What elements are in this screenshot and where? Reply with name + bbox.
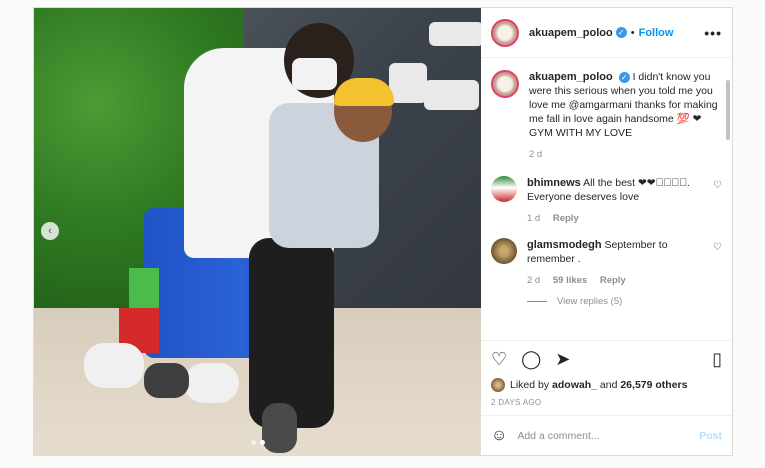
liker-avatar[interactable] — [491, 378, 505, 392]
share-icon[interactable]: ➤ — [555, 350, 570, 368]
post-sidebar: akuapem_poloo ✓ • Follow ••• akuapem_pol… — [481, 8, 732, 455]
wall-logo-shape — [389, 63, 427, 103]
comment-age: 2 d — [527, 275, 541, 286]
comment-like-icon[interactable]: ♡ — [713, 180, 722, 226]
photo-figure — [84, 343, 144, 388]
author-username[interactable]: akuapem_poloo — [529, 27, 613, 39]
more-options-icon[interactable]: ••• — [704, 25, 722, 41]
carousel-dot — [250, 440, 256, 445]
verified-badge-icon: ✓ — [615, 27, 627, 38]
comment-item: glamsmodegh September to remember . 2 d … — [491, 238, 722, 288]
comment-age: 1 d — [527, 213, 541, 224]
wall-logo-shape — [429, 22, 481, 46]
comments-scrollbar[interactable] — [726, 80, 730, 140]
carousel-prev-icon[interactable]: ‹ — [41, 222, 59, 240]
comment-body: glamsmodegh September to remember . 2 d … — [527, 238, 707, 288]
caption: akuapem_poloo ✓ I didn't know you were t… — [491, 70, 722, 162]
photo-figure — [262, 403, 297, 453]
caption-age: 2 d — [529, 149, 543, 160]
action-bar: ♡ ◯ ➤ ▯ — [481, 340, 732, 376]
view-replies-button[interactable]: View replies (5) — [527, 296, 722, 307]
comment-icon[interactable]: ◯ — [521, 350, 541, 368]
caption-body: akuapem_poloo ✓ I didn't know you were t… — [529, 70, 722, 162]
photo-figure — [249, 238, 334, 428]
author-avatar[interactable] — [491, 18, 519, 47]
like-heart-icon[interactable]: ♡ — [491, 350, 507, 368]
follow-button[interactable]: Follow — [639, 27, 674, 39]
photo-figure — [184, 363, 239, 403]
photo-figure — [292, 58, 337, 90]
likes-prefix: Liked by — [510, 379, 550, 391]
post-card: ‹ akuapem_poloo ✓ • Follow ••• akuapem_p… — [33, 7, 733, 456]
commenter-avatar[interactable] — [491, 176, 517, 202]
verified-badge-icon: ✓ — [618, 71, 630, 83]
reply-button[interactable]: Reply — [553, 213, 579, 224]
comment-likes-count[interactable]: 59 likes — [553, 275, 587, 286]
comment-item: bhimnews All the best ❤❤❤🏿🏿🏿. Everyone d… — [491, 176, 722, 226]
liker-username[interactable]: adowah_ — [552, 379, 597, 391]
comments-list: akuapem_poloo ✓ I didn't know you were t… — [481, 58, 732, 340]
reply-button[interactable]: Reply — [600, 275, 626, 286]
photo-figure — [334, 78, 394, 106]
comment-like-icon[interactable]: ♡ — [713, 242, 722, 288]
caption-avatar[interactable] — [491, 70, 519, 98]
comment-body: bhimnews All the best ❤❤❤🏿🏿🏿. Everyone d… — [527, 176, 707, 226]
carousel-dots — [34, 440, 481, 445]
separator: • — [630, 26, 635, 39]
commenter-avatar[interactable] — [491, 238, 517, 264]
likes-summary: Liked by adowah_ and 26,579 others — [481, 376, 732, 394]
view-replies-label: View replies (5) — [557, 296, 623, 307]
commenter-username[interactable]: bhimnews — [527, 177, 581, 189]
caption-meta: 2 d — [529, 148, 722, 162]
post-photo[interactable]: ‹ — [34, 8, 481, 455]
commenter-username[interactable]: glamsmodegh — [527, 239, 602, 251]
view-replies-line — [527, 301, 547, 302]
page: ‹ akuapem_poloo ✓ • Follow ••• akuapem_p… — [0, 0, 765, 468]
comment-input[interactable] — [517, 429, 700, 442]
header-text: akuapem_poloo ✓ • Follow — [529, 27, 673, 39]
bookmark-icon[interactable]: ▯ — [712, 350, 722, 368]
photo-figure — [129, 268, 159, 313]
post-comment-button[interactable]: Post — [699, 430, 722, 442]
post-header: akuapem_poloo ✓ • Follow ••• — [481, 8, 732, 58]
caption-username[interactable]: akuapem_poloo — [529, 71, 613, 83]
photo-figure — [144, 363, 189, 398]
comment-meta: 2 d 59 likes Reply — [527, 274, 707, 288]
emoji-icon[interactable]: ☺ — [491, 427, 507, 445]
add-comment-bar: ☺ Post — [481, 415, 732, 455]
comment-meta: 1 d Reply — [527, 212, 707, 226]
post-date[interactable]: 2 DAYS AGO — [481, 394, 732, 415]
likes-middle: and — [599, 379, 618, 391]
likes-others-button[interactable]: 26,579 others — [620, 379, 687, 391]
wall-logo-shape — [424, 80, 479, 110]
carousel-dot-active — [259, 440, 265, 445]
